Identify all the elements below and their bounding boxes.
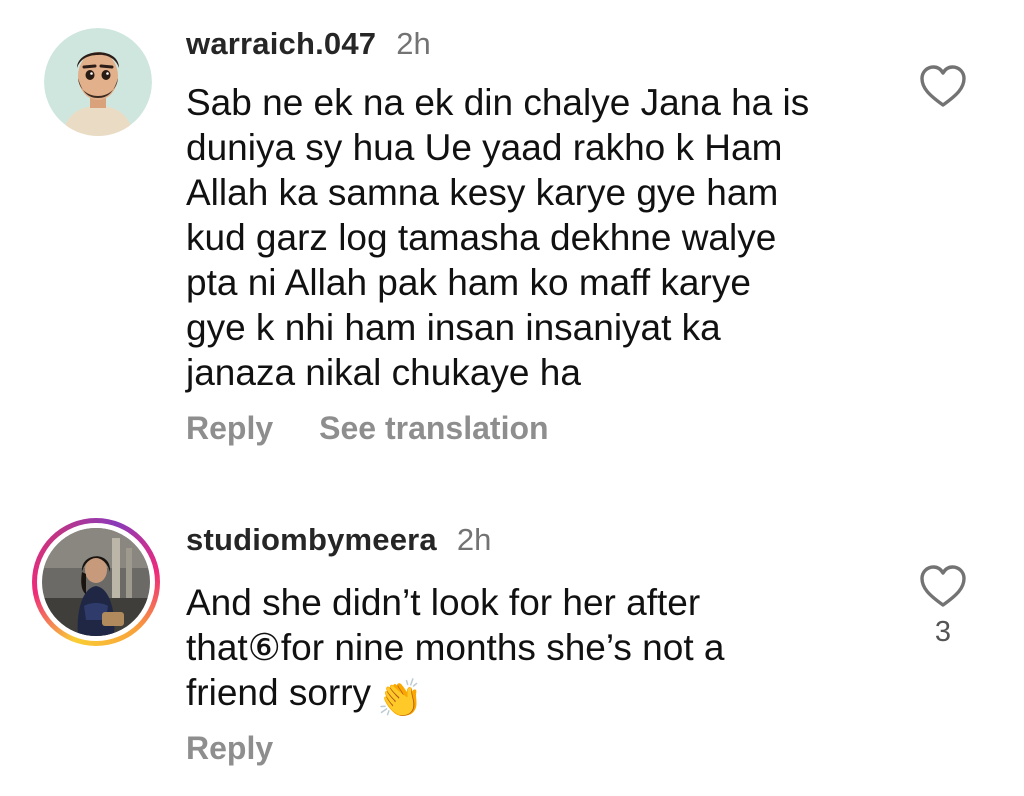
comment-text-segment: friend sorry	[186, 672, 372, 713]
cartoon-man-avatar-icon	[44, 28, 152, 136]
comment-text: And she didn’t look for her after that⑥f…	[186, 580, 906, 721]
comment-text-line: Sab ne ek na ek din chalye Jana ha is	[186, 82, 810, 123]
see-translation-button[interactable]: See translation	[319, 410, 548, 447]
like-count: 3	[934, 616, 952, 648]
heart-icon[interactable]	[918, 564, 968, 608]
comment-text-line: janaza nikal chukaye ha	[186, 352, 581, 393]
comment-actions: Reply See translation	[186, 410, 549, 447]
username[interactable]: warraich.047	[186, 26, 376, 62]
timestamp: 2h	[396, 26, 431, 61]
comment-header: warraich.047 2h	[186, 26, 431, 62]
comment-text-line: duniya sy hua Ue yaad rakho k Ham	[186, 127, 783, 168]
photo-avatar-icon	[42, 528, 150, 636]
avatar[interactable]	[44, 28, 152, 136]
comment-text-line: pta ni Allah pak ham ko maff karye	[186, 262, 751, 303]
comment-text-line: that⑥for nine months she’s not a	[186, 627, 725, 668]
comment-text: Sab ne ek na ek din chalye Jana ha is du…	[186, 80, 906, 395]
heart-icon[interactable]	[918, 64, 968, 108]
comment-text-line: gye k nhi ham insan insaniyat ka	[186, 307, 721, 348]
clapping-hands-emoji: 👏	[377, 678, 424, 719]
comment-text-line: Allah ka samna kesy karye gye ham	[186, 172, 779, 213]
comment-actions: Reply	[186, 730, 273, 767]
like-area: 3	[918, 564, 968, 649]
comment-text-line: kud garz log tamasha dekhne walye	[186, 217, 777, 258]
avatar-story-ring[interactable]	[32, 518, 160, 646]
comment-text-line-last: friend sorry 👏	[186, 670, 906, 721]
comment-header: studiombymeera 2h	[186, 522, 491, 558]
like-area	[918, 64, 968, 108]
comment-text-line: And she didn’t look for her after	[186, 582, 701, 623]
comments-screen: warraich.047 2h Sab ne ek na ek din chal…	[0, 0, 1024, 796]
reply-button[interactable]: Reply	[186, 410, 273, 447]
timestamp: 2h	[456, 522, 492, 557]
reply-button[interactable]: Reply	[186, 730, 273, 767]
username[interactable]: studiombymeera	[186, 522, 437, 558]
